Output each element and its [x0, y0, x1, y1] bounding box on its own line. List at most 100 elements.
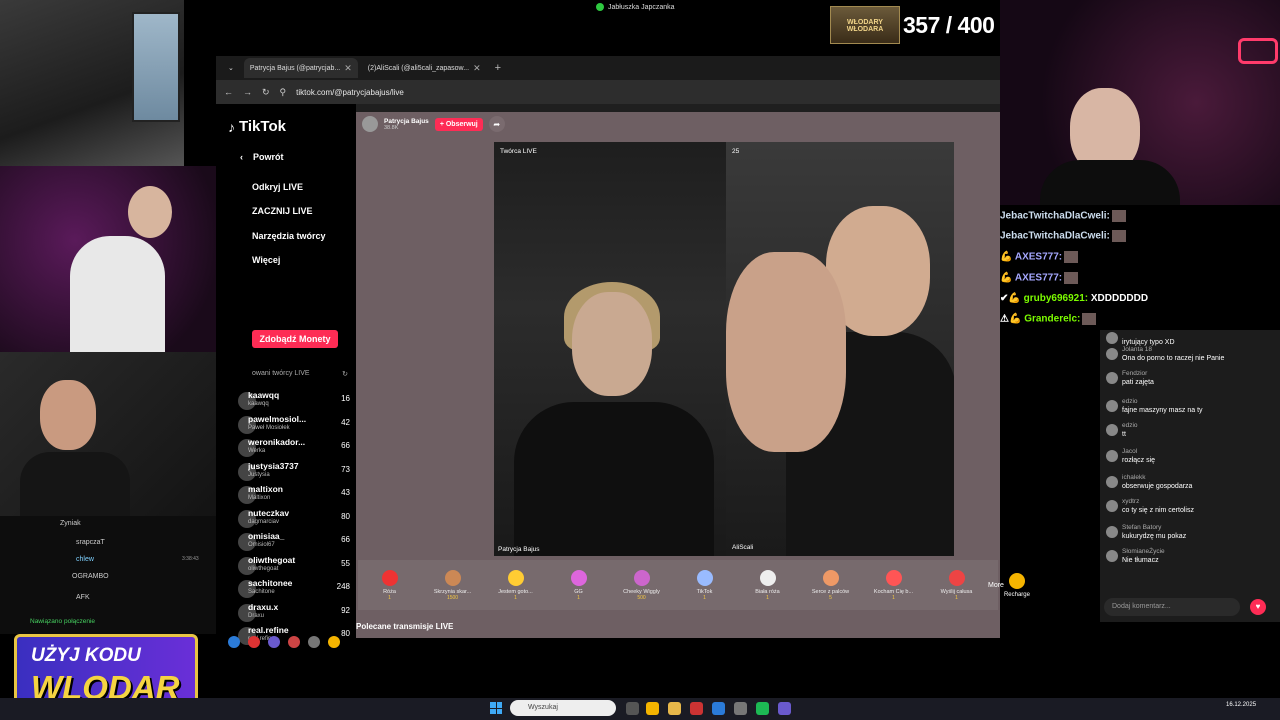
tab-dropdown-icon[interactable]: ⌄: [222, 58, 240, 78]
gift-item[interactable]: Jestem goto... 1: [484, 569, 547, 601]
badge-icon: 💪: [1000, 272, 1015, 284]
refresh-icon[interactable]: ↻: [342, 370, 348, 378]
gift-item[interactable]: Serce z palców 5: [799, 569, 862, 601]
close-icon[interactable]: ✕: [473, 63, 481, 74]
followed-creator[interactable]: weronikador... Werka 66: [238, 437, 350, 459]
gift-item[interactable]: Cheeky Wiggly 500: [610, 569, 673, 601]
followed-creator[interactable]: omisiaa_ Omisiol67 66: [238, 531, 350, 553]
tab-patrycja[interactable]: Patrycja Bajus (@patrycjab... ✕: [243, 58, 358, 78]
app-icon[interactable]: [288, 636, 300, 648]
settings-icon[interactable]: [734, 702, 747, 715]
avatar: [1106, 476, 1118, 488]
chrome-icon[interactable]: [328, 636, 340, 648]
tab-strip: ⌄ Patrycja Bajus (@patrycjab... ✕ (2)AliS…: [216, 56, 1000, 80]
sidebar-item-more[interactable]: Więcej: [252, 255, 280, 265]
viewer-count: 80: [341, 629, 350, 638]
video-right[interactable]: 25 AliScali: [726, 142, 954, 556]
sidebar-item-discover[interactable]: Odkryj LIVE: [252, 182, 303, 192]
avatar: [1106, 348, 1118, 360]
folder-icon[interactable]: [668, 702, 681, 715]
tab-aliscali[interactable]: (2)AliScali (@ali5cali_zapasow... ✕: [362, 58, 487, 78]
reload-icon[interactable]: ↻: [262, 87, 270, 98]
overlay-chat-line: ✔💪 gruby696921: XDDDDDDD: [1000, 293, 1149, 304]
heart-icon[interactable]: ♥: [1250, 599, 1266, 615]
back-icon: ‹: [240, 152, 243, 162]
spotify-icon[interactable]: [756, 702, 769, 715]
gift-icon: [444, 569, 461, 586]
followed-creator[interactable]: pawelmosiol... Paweł Mosiołek 42: [238, 414, 350, 436]
browser-window: ⌄ Patrycja Bajus (@patrycjab... ✕ (2)AliS…: [216, 56, 1030, 645]
gift-item[interactable]: Kocham Cię b... 1: [862, 569, 925, 601]
gift-icon: [507, 569, 524, 586]
close-icon[interactable]: ✕: [344, 63, 352, 74]
followed-creator[interactable]: sachitonee Sachitone 248: [238, 578, 350, 600]
clock[interactable]: 16.12.2025: [1226, 702, 1256, 709]
video-left[interactable]: Twórca LIVE Patrycja Bajus: [494, 142, 726, 556]
gift-icon: [570, 569, 587, 586]
tiktok-logo[interactable]: ♪ TikTok: [228, 118, 286, 135]
start-icon[interactable]: [490, 702, 502, 714]
promo-line-1: UŻYJ KODU: [31, 645, 141, 666]
overlay-chat-line: JebacTwitchaDlaCweli:: [1000, 230, 1280, 242]
discord-icon[interactable]: [268, 636, 280, 648]
settings-icon[interactable]: [308, 636, 320, 648]
followed-creator[interactable]: oliwthegoat oliwthegoat 55: [238, 555, 350, 577]
share-icon[interactable]: ➦: [488, 116, 505, 132]
chat-line: AFK: [76, 594, 90, 601]
address-bar: ← → ↻ ⚲ tiktok.com/@patrycjabajus/live: [216, 80, 1000, 104]
site-info-icon[interactable]: ⚲: [280, 87, 287, 98]
viewer-count: 43: [341, 488, 350, 497]
url-field[interactable]: tiktok.com/@patrycjabajus/live: [296, 88, 404, 97]
app-icon[interactable]: [690, 702, 703, 715]
gift-icon: [948, 569, 965, 586]
gift-item[interactable]: TikTok 1: [673, 569, 736, 601]
goal-counter: WŁODARY WŁODARA 357 / 400: [830, 4, 1000, 46]
forward-arrow-icon[interactable]: →: [243, 87, 252, 97]
gift-item[interactable]: Biała róża 1: [736, 569, 799, 601]
host-avatar[interactable]: [362, 116, 378, 132]
gift-item[interactable]: Skrzynia skar... 1500: [421, 569, 484, 601]
comment-input[interactable]: Dodaj komentarz...: [1104, 598, 1240, 616]
badge-icon: ⚠💪: [1000, 313, 1025, 325]
sidebar-item-go-live[interactable]: ZACZNIJ LIVE: [252, 206, 313, 216]
avatar: [1106, 500, 1118, 512]
taskbar: Wyszukaj 16.12.2025: [0, 698, 1280, 720]
followed-creator[interactable]: maltixon Maltixon 43: [238, 484, 350, 506]
gift-item[interactable]: Róża 1: [358, 569, 421, 601]
followed-creator[interactable]: kaawqq kaawqq 16: [238, 390, 350, 412]
get-coins-button[interactable]: Zdobądź Monety: [252, 330, 338, 348]
chrome-icon[interactable]: [712, 702, 725, 715]
gift-item[interactable]: Wyślij całusa 1: [925, 569, 988, 601]
back-button[interactable]: ‹ Powrót: [230, 152, 284, 162]
gift-icon: [381, 569, 398, 586]
task-view-icon[interactable]: [626, 702, 639, 715]
tiktok-note-icon: ♪: [228, 118, 235, 135]
app-icon[interactable]: [228, 636, 240, 648]
recharge-button[interactable]: Recharge: [1004, 572, 1030, 598]
counter-value: 357 / 400: [903, 11, 995, 38]
followed-creator[interactable]: nuteczkav dagmarciav 80: [238, 508, 350, 530]
overlay-chat-line: 💪 AXES777:: [1000, 251, 1280, 263]
follow-button[interactable]: + Obserwuj: [434, 117, 483, 131]
host-name: Patrycja Bajus: [384, 117, 429, 125]
more-gifts-button[interactable]: More: [988, 582, 1004, 589]
chat-line: OGRAMBO: [72, 573, 109, 580]
taskbar-search[interactable]: Wyszukaj: [510, 700, 616, 716]
app-icon[interactable]: [248, 636, 260, 648]
avatar: [1106, 424, 1118, 436]
back-arrow-icon[interactable]: ←: [224, 87, 233, 97]
chrome-icon[interactable]: [646, 702, 659, 715]
followed-header: owani twórcy LIVE ↻: [252, 370, 348, 378]
webcam-top-right: [1000, 0, 1280, 205]
followed-creator[interactable]: draxu.x Draxu 92: [238, 602, 350, 624]
discord-icon[interactable]: [778, 702, 791, 715]
sidebar-item-creator-tools[interactable]: Narzędzia twórcy: [252, 231, 326, 241]
chat-line: srapczaT: [76, 539, 105, 546]
emote-icon: [1111, 230, 1126, 242]
recommended-heading: Polecane transmisje LIVE: [356, 622, 454, 631]
gift-item[interactable]: GG 1: [547, 569, 610, 601]
new-tab-icon[interactable]: +: [495, 62, 501, 74]
avatar: [1106, 526, 1118, 538]
gift-icon: [822, 569, 839, 586]
followed-creator[interactable]: justysia3737 Justysia 73: [238, 461, 350, 483]
